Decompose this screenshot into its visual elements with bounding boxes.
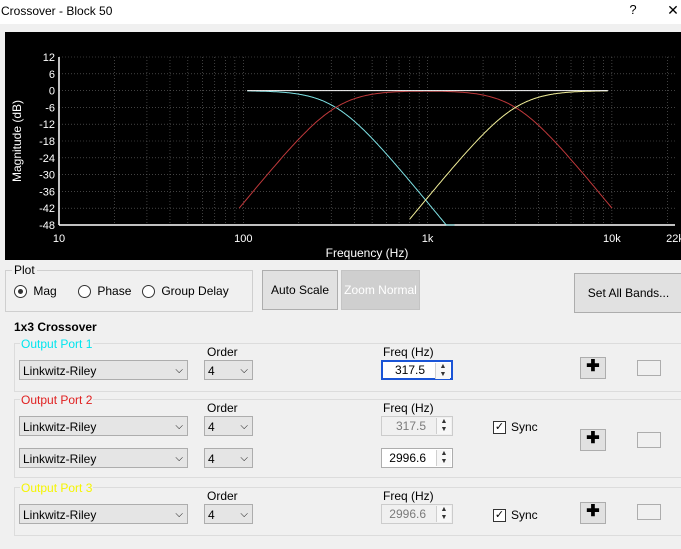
filter-type-value-2b: Linkwitz-Riley [23,452,97,466]
series-line-2 [238,90,613,209]
order-select-3[interactable]: 4 ⌵ [204,504,253,524]
chevron-down-icon: ⌵ [240,453,248,464]
freq-header-1: Freq (Hz) [383,345,434,359]
x-tick-label: 10 [53,233,65,245]
filter-type-value-3: Linkwitz-Riley [23,508,97,522]
order-value-2a: 4 [208,420,215,434]
plus-icon: ✚ [586,430,600,447]
crossover-title: 1x3 Crossover [14,320,97,334]
order-select-1[interactable]: 4 ⌵ [204,360,253,380]
x-axis-label: Frequency (Hz) [326,246,409,260]
y-tick-label: -6 [45,102,55,114]
freq-header-2: Freq (Hz) [383,401,434,415]
order-select-2b[interactable]: 4 ⌵ [204,448,253,468]
add-band-button-3[interactable]: ✚ [580,502,606,524]
order-header-2: Order [207,401,238,415]
order-header-3: Order [207,489,238,503]
freq-value-3: 2996.6 [389,507,426,521]
freq-input-3[interactable]: 2996.6 ▲ ▼ [381,504,453,524]
y-tick-label: -36 [39,186,55,198]
filter-type-value-1: Linkwitz-Riley [23,364,97,378]
y-tick-label: -42 [39,203,55,215]
freq-spinner-2a[interactable]: ▲ ▼ [436,418,451,434]
y-tick-label: -24 [39,153,55,165]
filter-type-select-1[interactable]: Linkwitz-Riley ⌵ [19,360,188,380]
radio-mag-indicator[interactable] [14,285,27,299]
sync-checkbox-2[interactable]: ✓ Sync [493,420,538,435]
window-title: Crossover - Block 50 [1,4,113,18]
y-tick-label: -12 [39,119,55,131]
add-band-button-1[interactable]: ✚ [580,357,606,379]
x-tick-label: 100 [234,233,252,245]
radio-group-delay-indicator[interactable] [142,285,155,299]
close-button[interactable]: ✕ [665,2,681,20]
radio-phase-label: Phase [97,284,132,298]
output-port-1-label: Output Port 1 [20,337,94,351]
x-tick-label: 22k [666,233,681,245]
chevron-down-icon: ⌵ [240,421,248,432]
check-icon[interactable]: ✓ [493,509,506,523]
sync-label-2: Sync [511,420,538,434]
radio-mag-label: Mag [33,284,57,298]
freq-value-1: 317.5 [394,363,425,377]
series-line-3 [409,90,608,220]
filter-type-select-2a[interactable]: Linkwitz-Riley ⌵ [19,416,188,436]
y-tick-label: 0 [49,86,55,98]
radio-group-delay[interactable]: Group Delay [142,284,229,299]
order-value-1: 4 [208,364,215,378]
set-all-bands-button[interactable]: Set All Bands... [574,273,681,313]
x-tick-label: 1k [422,233,434,245]
chevron-down-icon: ⌵ [175,365,183,376]
chevron-down-icon: ⌵ [175,509,183,520]
radio-mag[interactable]: Mag [14,284,57,299]
freq-spinner-3[interactable]: ▲ ▼ [436,506,451,522]
x-tick-label: 10k [603,233,621,245]
freq-value-2b: 2996.6 [389,451,426,465]
port-3-color-swatch[interactable] [637,504,661,520]
plot-group-label: Plot [12,263,37,277]
y-tick-label: -30 [39,170,55,182]
y-tick-label: 12 [43,52,55,64]
output-port-2-label: Output Port 2 [20,393,94,407]
y-tick-label: -48 [39,220,55,232]
output-port-3-label: Output Port 3 [20,481,94,495]
zoom-normal-button[interactable]: Zoom Normal [341,270,420,310]
freq-header-3: Freq (Hz) [383,489,434,503]
radio-phase-indicator[interactable] [78,285,91,299]
order-value-3: 4 [208,508,215,522]
port-2-color-swatch[interactable] [637,432,661,448]
help-button[interactable]: ? [625,2,641,20]
order-header-1: Order [207,345,238,359]
filter-type-value-2a: Linkwitz-Riley [23,420,97,434]
chevron-down-icon: ⌵ [240,509,248,520]
radio-phase[interactable]: Phase [78,284,132,299]
filter-type-select-3[interactable]: Linkwitz-Riley ⌵ [19,504,188,524]
add-band-button-2[interactable]: ✚ [580,429,606,451]
y-tick-label: -18 [39,136,55,148]
filter-type-select-2b[interactable]: Linkwitz-Riley ⌵ [19,448,188,468]
port-1-color-swatch[interactable] [637,360,661,376]
freq-value-2a: 317.5 [395,419,426,433]
check-icon[interactable]: ✓ [493,421,506,435]
freq-spinner-2b[interactable]: ▲ ▼ [436,450,451,466]
y-axis-label: Magnitude (dB) [10,100,24,182]
y-tick-label: 6 [49,69,55,81]
sync-label-3: Sync [511,508,538,522]
chevron-down-icon: ⌵ [175,453,183,464]
order-select-2a[interactable]: 4 ⌵ [204,416,253,436]
freq-input-2b[interactable]: 2996.6 ▲ ▼ [381,448,453,468]
freq-input-1[interactable]: 317.5 ▲ ▼ [381,360,453,380]
magnitude-chart[interactable]: 12 6 0 -6 -12 -18 -24 -30 -36 -42 -4810 100 1k 10k 22k… [5,32,681,260]
sync-checkbox-3[interactable]: ✓ Sync [493,508,538,523]
freq-input-2a[interactable]: 317.5 ▲ ▼ [381,416,453,436]
chevron-down-icon: ⌵ [175,421,183,432]
freq-spinner-1[interactable]: ▲ ▼ [435,363,450,379]
radio-group-delay-label: Group Delay [161,284,229,298]
auto-scale-button[interactable]: Auto Scale [262,270,338,310]
plus-icon: ✚ [586,358,600,375]
chevron-down-icon: ⌵ [240,365,248,376]
plus-icon: ✚ [586,503,600,520]
order-value-2b: 4 [208,452,215,466]
